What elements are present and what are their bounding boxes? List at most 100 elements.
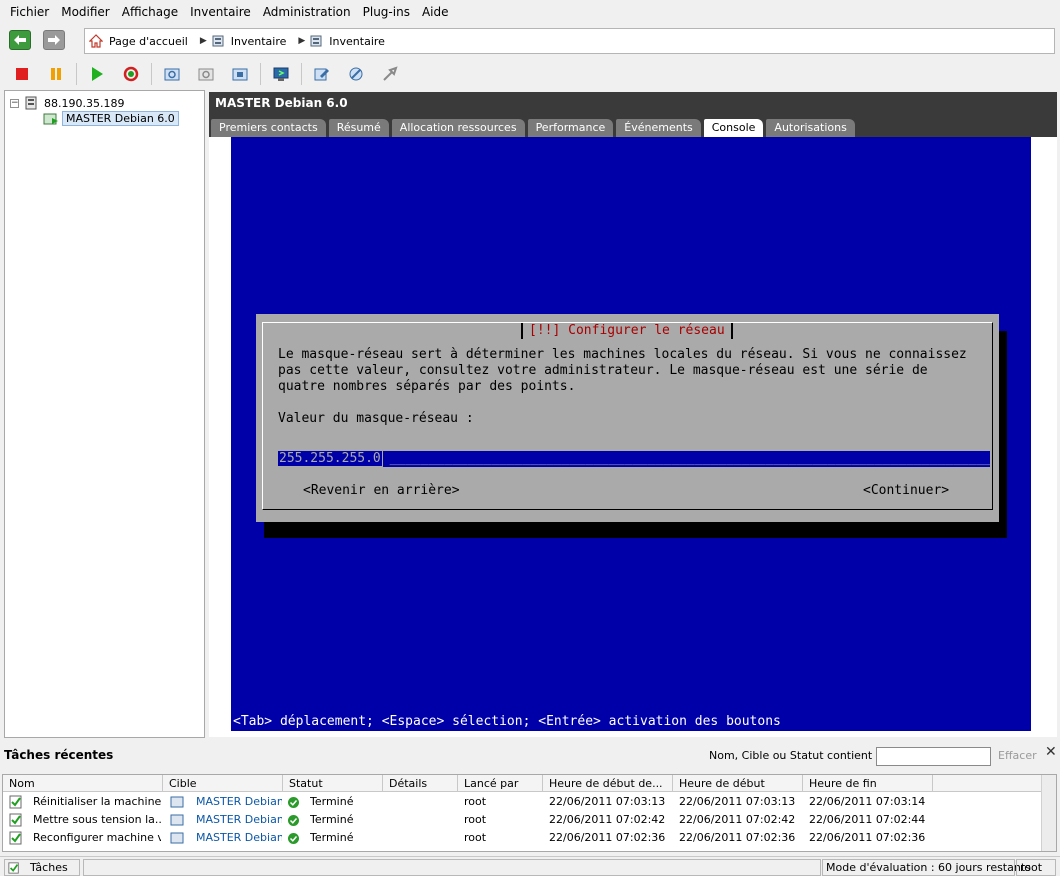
tab-premiers-contacts[interactable]: Premiers contacts: [211, 119, 326, 137]
status-bar: Tâches Mode d'évaluation : 60 jours rest…: [0, 856, 1060, 876]
reset-button[interactable]: [121, 64, 141, 84]
menu-aide[interactable]: Aide: [416, 0, 455, 24]
stop-button[interactable]: [12, 64, 32, 84]
play-button[interactable]: [87, 64, 107, 84]
vm-powered-on-icon: [43, 113, 58, 124]
revert-snapshot-icon: [198, 68, 214, 81]
menu-plugins[interactable]: Plug-ins: [357, 0, 416, 24]
task-target-link[interactable]: MASTER Debian...: [196, 793, 282, 811]
tree-vm-label: MASTER Debian 6.0: [62, 111, 179, 126]
toolbar-divider: [301, 63, 302, 85]
edit-settings-button[interactable]: [312, 64, 332, 84]
success-check-icon: [288, 797, 299, 808]
open-console-button[interactable]: [271, 64, 291, 84]
task-end-time: 22/06/2011 07:02:36: [809, 831, 926, 844]
inventory-icon: [212, 35, 224, 47]
menu-modifier[interactable]: Modifier: [55, 0, 116, 24]
task-target-link[interactable]: MASTER Debian...: [196, 811, 282, 829]
column-details[interactable]: Détails: [383, 775, 458, 792]
menu-affichage[interactable]: Affichage: [116, 0, 184, 24]
snapshot-manager-icon: [232, 68, 248, 81]
snapshot-manager-button[interactable]: [230, 64, 250, 84]
tree-vm-row[interactable]: MASTER Debian 6.0: [43, 111, 179, 126]
dialog-description-line-1: Le masque-réseau sert à déterminer les m…: [278, 347, 967, 362]
pause-button[interactable]: [46, 64, 66, 84]
installer-dialog: [!!] Configurer le réseau Le masque-rése…: [256, 314, 999, 522]
dialog-frame: [!!] Configurer le réseau Le masque-rése…: [262, 322, 993, 510]
table-row[interactable]: Mettre sous tension la... MASTER Debian.…: [3, 811, 1043, 829]
collapse-icon[interactable]: −: [10, 98, 19, 108]
forward-button[interactable]: [43, 30, 65, 50]
console-icon: [273, 67, 289, 81]
column-statut[interactable]: Statut: [283, 775, 383, 792]
tab-allocation-ressources[interactable]: Allocation ressources: [391, 119, 525, 137]
tree-host-row[interactable]: − 88.190.35.189: [10, 96, 124, 110]
tab-resume[interactable]: Résumé: [328, 119, 389, 137]
task-initiator: root: [464, 813, 487, 826]
menu-bar: Fichier Modifier Affichage Inventaire Ad…: [0, 0, 1060, 24]
table-row[interactable]: Réinitialiser la machine... MASTER Debia…: [3, 793, 1043, 811]
breadcrumb-inventory-2-label: Inventaire: [329, 34, 385, 48]
task-icon: [9, 813, 22, 827]
edit-settings-icon: [314, 68, 329, 81]
netmask-input-value: 255.255.255.0: [278, 451, 383, 467]
tab-evenements[interactable]: Événements: [616, 119, 701, 137]
close-icon[interactable]: ✕: [1045, 744, 1057, 760]
task-initiator: root: [464, 795, 487, 808]
tab-performance[interactable]: Performance: [527, 119, 614, 137]
success-check-icon: [288, 833, 299, 844]
snapshot-button[interactable]: [162, 64, 182, 84]
pause-icon: [51, 68, 61, 80]
column-cible[interactable]: Cible: [163, 775, 283, 792]
filter-input[interactable]: [876, 747, 991, 766]
breadcrumb-home-label: Page d'accueil: [109, 34, 188, 48]
task-queued-time: 22/06/2011 07:03:13: [549, 795, 666, 808]
revert-snapshot-button[interactable]: [196, 64, 216, 84]
column-lance-par[interactable]: Lancé par: [458, 775, 543, 792]
tab-console[interactable]: Console: [703, 119, 764, 137]
console-help-line: <Tab> déplacement; <Espace> sélection; <…: [233, 714, 781, 729]
task-status: Terminé: [310, 813, 354, 826]
breadcrumb-home[interactable]: Page d'accueil: [89, 34, 188, 48]
breadcrumb-inventory-1[interactable]: Inventaire: [211, 34, 286, 48]
back-button[interactable]: [9, 30, 31, 50]
task-icon: [9, 831, 22, 845]
recent-tasks-title: Tâches récentes: [4, 748, 114, 762]
dialog-title: [!!] Configurer le réseau: [521, 323, 733, 339]
column-heure-fin[interactable]: Heure de fin: [803, 775, 933, 792]
home-icon: [89, 34, 103, 48]
menu-fichier[interactable]: Fichier: [4, 0, 55, 24]
netmask-input[interactable]: 255.255.255.0 __________________________…: [278, 451, 990, 467]
column-heure-debut-file[interactable]: Heure de début de...: [543, 775, 673, 792]
table-row[interactable]: Reconfigurer machine v... MASTER Debian.…: [3, 829, 1043, 847]
filter-dropdown[interactable]: Nom, Cible ou Statut contient : ▾: [709, 749, 888, 762]
clear-button[interactable]: Effacer: [998, 749, 1037, 762]
tab-autorisations[interactable]: Autorisations: [766, 119, 855, 137]
menu-inventaire[interactable]: Inventaire: [184, 0, 257, 24]
menu-administration[interactable]: Administration: [257, 0, 357, 24]
page-title: MASTER Debian 6.0: [215, 96, 348, 110]
success-check-icon: [288, 815, 299, 826]
column-nom[interactable]: Nom: [3, 775, 163, 792]
task-target-link[interactable]: MASTER Debian...: [196, 829, 282, 847]
vm-icon: [170, 832, 184, 844]
task-name: Mettre sous tension la...: [33, 813, 161, 826]
tab-strip: Premiers contacts Résumé Allocation ress…: [211, 119, 858, 137]
inventory-tree: − 88.190.35.189 MASTER Debian 6.0: [4, 90, 205, 738]
toolbar-divider: [151, 63, 152, 85]
breadcrumb-inventory-2[interactable]: Inventaire: [309, 34, 385, 48]
migrate-icon: [383, 66, 398, 81]
back-dialog-button[interactable]: <Revenir en arrière>: [303, 483, 460, 499]
breadcrumb-separator-icon: ▶: [298, 36, 306, 46]
tools-button[interactable]: [346, 64, 366, 84]
column-heure-debut[interactable]: Heure de début: [673, 775, 803, 792]
tasks-toggle-button[interactable]: Tâches: [4, 859, 80, 876]
toolbar: [0, 60, 1060, 88]
breadcrumb: Page d'accueil ▶ Inventaire ▶ Inventaire: [84, 28, 1055, 54]
continue-button[interactable]: <Continuer>: [863, 483, 949, 499]
vm-console-screen[interactable]: [!!] Configurer le réseau Le masque-rése…: [231, 137, 1031, 731]
tasks-scrollbar[interactable]: [1041, 775, 1056, 851]
migrate-button[interactable]: [380, 64, 400, 84]
table-header: Nom Cible Statut Détails Lancé par Heure…: [3, 775, 1043, 792]
task-queued-time: 22/06/2011 07:02:36: [549, 831, 666, 844]
